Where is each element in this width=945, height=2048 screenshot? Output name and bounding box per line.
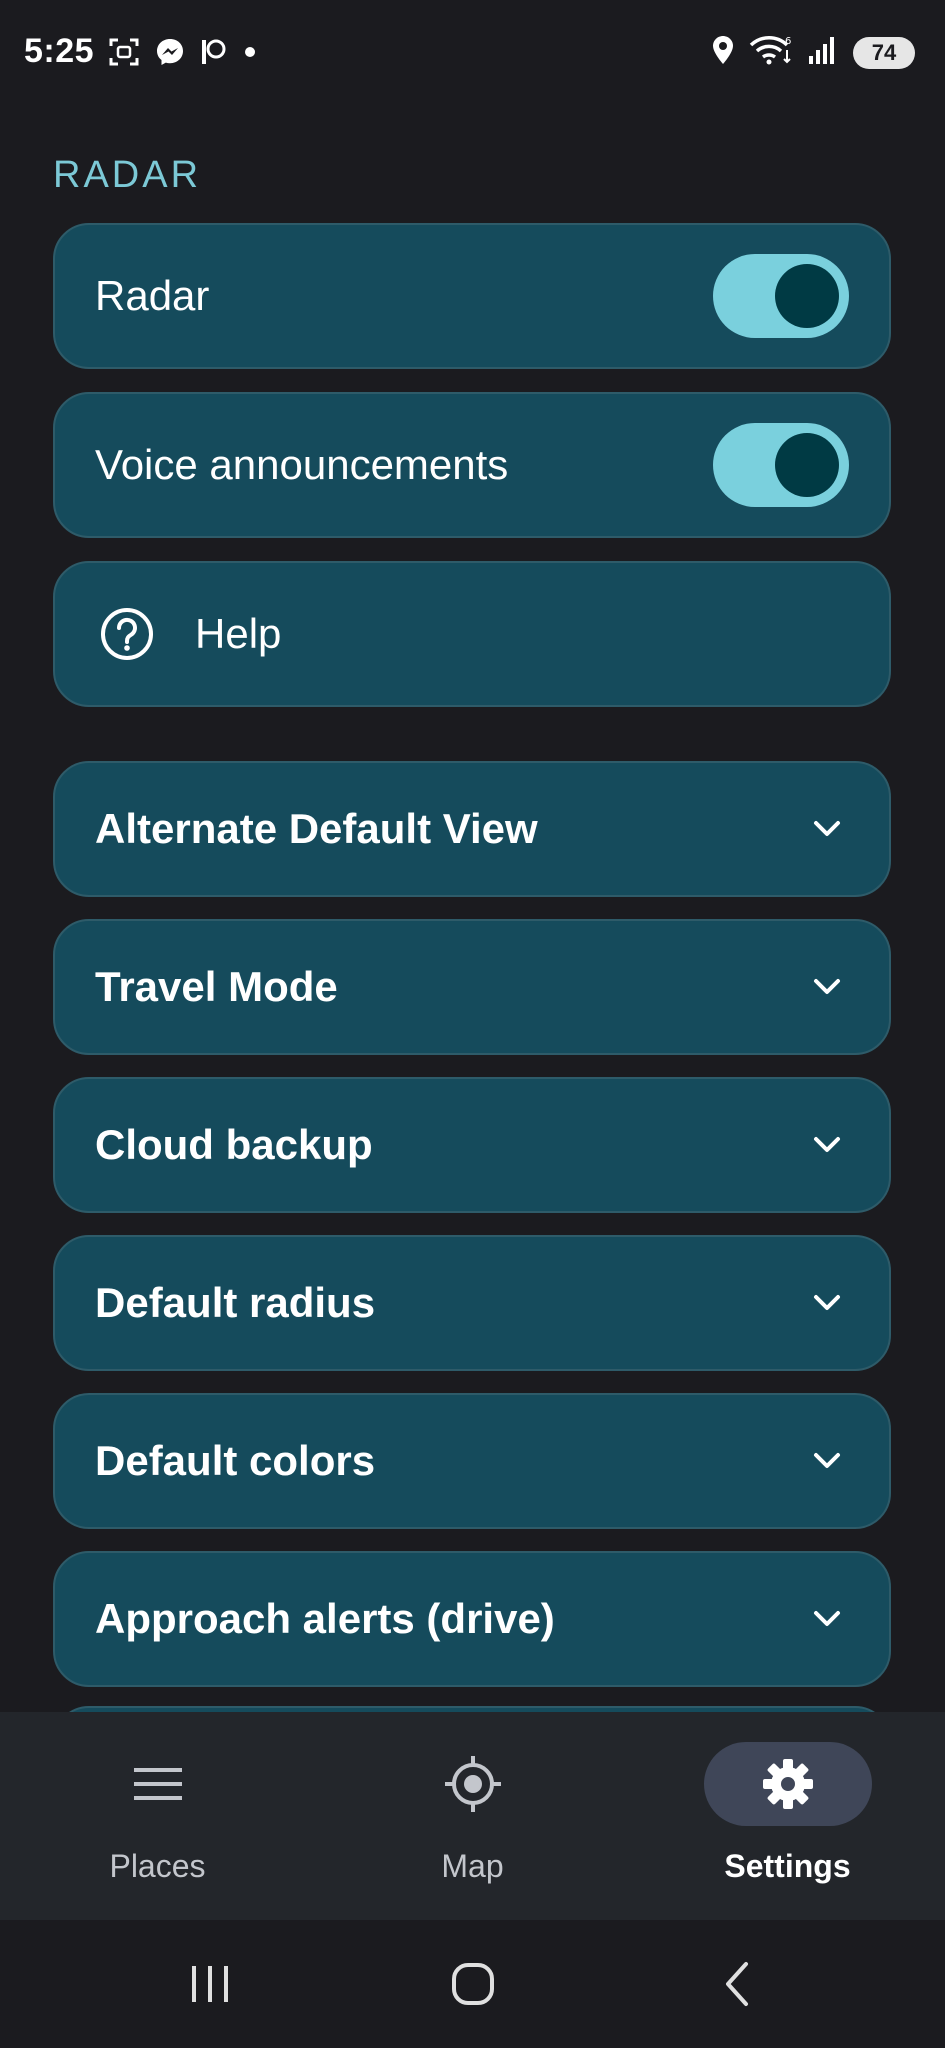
chevron-down-icon: [809, 969, 845, 1005]
voice-announcements-toggle-row[interactable]: Voice announcements: [53, 392, 891, 538]
radar-toggle-row[interactable]: Radar: [53, 223, 891, 369]
svg-text:6: 6: [785, 36, 791, 47]
toggle-knob: [775, 433, 839, 497]
patreon-icon: [200, 37, 226, 67]
section-title: RADAR: [53, 154, 202, 196]
wifi-icon: 6: [749, 34, 793, 71]
chevron-down-icon: [809, 811, 845, 847]
radar-toggle-label: Radar: [95, 272, 210, 319]
gps-crosshair-icon: [389, 1742, 557, 1826]
radar-toggle-switch[interactable]: [713, 254, 849, 338]
voice-announcements-label: Voice announcements: [95, 441, 509, 488]
help-label: Help: [195, 610, 282, 657]
default-colors-label: Default colors: [95, 1437, 376, 1484]
travel-mode-label: Travel Mode: [95, 963, 338, 1010]
chevron-down-icon: [809, 1285, 845, 1321]
chevron-down-icon: [809, 1127, 845, 1163]
location-icon: [711, 34, 735, 71]
nav-item-map[interactable]: Map: [315, 1712, 630, 1920]
chevron-down-icon: [809, 1443, 845, 1479]
default-radius-row[interactable]: Default radius: [53, 1235, 891, 1371]
help-circle-icon: [99, 606, 155, 662]
approach-alerts-drive-row[interactable]: Approach alerts (drive): [53, 1551, 891, 1687]
chevron-down-icon: [809, 1601, 845, 1637]
status-icons-left: [108, 36, 260, 68]
cloud-backup-row[interactable]: Cloud backup: [53, 1077, 891, 1213]
travel-mode-row[interactable]: Travel Mode: [53, 919, 891, 1055]
home-icon[interactable]: [443, 1954, 503, 2014]
nav-item-settings[interactable]: Settings: [630, 1712, 945, 1920]
messenger-icon: [154, 36, 186, 68]
signal-icon: [807, 34, 839, 71]
nav-label-settings: Settings: [724, 1848, 851, 1884]
dot-icon: [240, 42, 260, 62]
toggle-knob: [775, 264, 839, 328]
system-nav-bar: [0, 1920, 945, 2048]
gear-icon: [703, 1742, 872, 1826]
default-colors-row[interactable]: Default colors: [53, 1393, 891, 1529]
help-row[interactable]: Help: [53, 561, 891, 707]
screenshot-icon: [108, 36, 140, 68]
nav-label-places: Places: [109, 1848, 206, 1884]
voice-announcements-toggle-switch[interactable]: [713, 423, 849, 507]
alternate-default-view-row[interactable]: Alternate Default View: [53, 761, 891, 897]
menu-icon: [74, 1742, 242, 1826]
recent-apps-icon[interactable]: [180, 1954, 240, 2014]
status-time: 5:25: [24, 32, 95, 70]
approach-alerts-drive-label: Approach alerts (drive): [95, 1595, 555, 1642]
cloud-backup-label: Cloud backup: [95, 1121, 373, 1168]
nav-label-map: Map: [441, 1848, 504, 1884]
bottom-nav: Places Map Settings: [0, 1712, 945, 1920]
default-radius-label: Default radius: [95, 1279, 376, 1326]
back-icon[interactable]: [708, 1954, 768, 2014]
battery-icon: 74: [853, 36, 915, 69]
status-icons-right: 6 74: [711, 34, 915, 71]
status-bar: 5:25 6 74: [0, 0, 945, 110]
alternate-default-view-label: Alternate Default View: [95, 805, 538, 852]
nav-item-places[interactable]: Places: [0, 1712, 315, 1920]
